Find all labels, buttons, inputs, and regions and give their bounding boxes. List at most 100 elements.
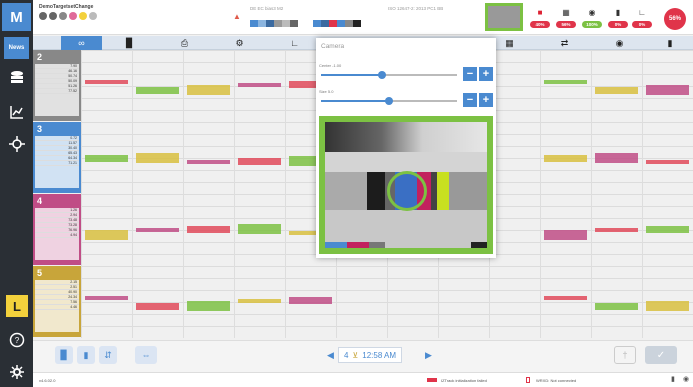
tab-swap-icon[interactable]: ⇄ xyxy=(537,36,592,50)
device-status-icon xyxy=(526,377,530,383)
deviation-bar xyxy=(646,226,689,233)
file-icon[interactable]: ▮ xyxy=(671,375,675,383)
deviation-bar xyxy=(544,230,587,240)
deviation-bar xyxy=(85,80,128,84)
deviation-bar xyxy=(187,160,230,164)
deviation-bar xyxy=(646,160,689,164)
row-label-3[interactable]: 3 0.72 11.57 30.40 65.43 64.34 71.21 xyxy=(33,122,81,193)
crosshair-icon[interactable]: ◉ xyxy=(683,375,689,383)
deviation-bar xyxy=(595,228,638,232)
ink-icon: ■ xyxy=(537,8,543,17)
color-strip-1 xyxy=(250,20,298,27)
chart-icon[interactable] xyxy=(4,102,29,122)
center-slider[interactable] xyxy=(321,71,457,79)
deviation-bar xyxy=(136,153,179,163)
size-plus-button[interactable]: + xyxy=(479,93,493,107)
color-dots xyxy=(39,12,97,20)
layout-button[interactable]: L xyxy=(6,295,28,317)
warning-icon: ▲ xyxy=(233,12,241,21)
curve-icon: ∟ xyxy=(638,8,646,17)
view-compare-icon[interactable]: ⇔ xyxy=(135,346,157,364)
page-selector[interactable]: 4 ⊻ 12:58 AM xyxy=(338,347,402,363)
page-number: 4 xyxy=(343,350,349,360)
color-strip-2 xyxy=(313,20,369,27)
deviation-bar xyxy=(544,155,587,162)
size-slider-handle[interactable] xyxy=(385,97,393,105)
score-badge[interactable]: 56% xyxy=(664,8,686,30)
prev-arrow-icon[interactable]: ◀ xyxy=(327,350,334,361)
device-status-text: WRXD: Not connected xyxy=(536,378,577,383)
next-arrow-icon[interactable]: ▶ xyxy=(425,350,432,361)
badge-2: 56% xyxy=(556,21,576,28)
center-slider-handle[interactable] xyxy=(378,71,387,79)
row-number: 5 xyxy=(37,268,43,278)
size-slider[interactable] xyxy=(321,97,457,105)
news-button[interactable]: News xyxy=(4,37,29,59)
file-label: DE EC bias3 M2 xyxy=(250,6,284,11)
deviation-bar xyxy=(187,85,230,95)
camera-title: Camera xyxy=(321,43,345,50)
grid-icon: ▦ xyxy=(562,8,570,17)
doc-icon: ▮ xyxy=(615,8,621,17)
row-values: 1.26 2.94 73.48 73.28 76.96 4.94 xyxy=(35,208,79,260)
target-icon[interactable] xyxy=(4,134,29,154)
iso-label: ISO 12647-2: 2013 PC1 BB xyxy=(388,6,444,11)
size-minus-button[interactable]: − xyxy=(463,93,477,107)
tab-doc-icon[interactable]: ▮ xyxy=(647,36,693,50)
center-label: Center -1.00 xyxy=(319,63,342,68)
tab-profile-icon[interactable]: ∞ xyxy=(61,36,102,50)
deviation-bar xyxy=(136,303,179,310)
deviation-bar xyxy=(646,85,689,95)
deviation-bar xyxy=(136,228,179,232)
row-values: 2.15 2.51 40.90 24.34 7.56 4.46 xyxy=(35,280,79,332)
tab-curve-icon[interactable]: ∟ xyxy=(267,36,322,50)
row-label-4[interactable]: 4 1.26 2.94 73.48 73.28 76.96 4.94 xyxy=(33,194,81,265)
track-status-text: IZTrack initialization failed xyxy=(441,378,487,383)
settings-icon[interactable] xyxy=(4,362,29,382)
job-name: DemoTargetsetChange xyxy=(39,4,94,10)
help-icon[interactable]: ? xyxy=(4,330,29,350)
temperature-icon[interactable]: † xyxy=(614,346,636,364)
row-number: 3 xyxy=(37,124,43,134)
confirm-button[interactable]: ✓ xyxy=(645,346,677,364)
center-minus-button[interactable]: − xyxy=(463,67,477,81)
row-group-5: 5 2.15 2.51 40.90 24.34 7.56 4.46 xyxy=(33,266,693,338)
badge-3: 100% xyxy=(582,21,602,28)
tab-print-icon[interactable]: ⎙ xyxy=(157,36,212,50)
deviation-bar xyxy=(85,230,128,240)
deviation-bar xyxy=(85,155,128,162)
size-label: Size 5.0 xyxy=(319,89,334,94)
tab-target-icon[interactable]: ◉ xyxy=(592,36,647,50)
camera-thumbnail[interactable] xyxy=(485,3,523,31)
row-label-2[interactable]: 2 7.90 46.16 50.74 50.09 51.26 77.52 xyxy=(33,50,81,121)
row-value: 77.52 xyxy=(35,89,79,94)
camera-image xyxy=(319,116,493,254)
database-icon[interactable] xyxy=(4,68,29,88)
deviation-bar xyxy=(646,301,689,311)
deviation-bar xyxy=(595,87,638,94)
version-label: v4.6.02.0 xyxy=(39,378,56,383)
deviation-bar xyxy=(595,153,638,163)
row-values: 0.72 11.57 30.40 65.43 64.34 71.21 xyxy=(35,136,79,188)
deviation-bar xyxy=(544,80,587,84)
target-status-icon: ◉ xyxy=(588,8,596,17)
view-doc-icon[interactable]: ▮ xyxy=(77,346,95,364)
deviation-bar xyxy=(136,87,179,94)
deviation-bar xyxy=(238,299,281,303)
tab-settings-icon[interactable]: ⚙ xyxy=(212,36,267,50)
row-label-5[interactable]: 5 2.15 2.51 40.90 24.34 7.56 4.46 xyxy=(33,266,81,337)
footer-bar: ▉ ▮ ⇵ ⇔ ◀ 4 ⊻ 12:58 AM ▶ † ✓ xyxy=(33,340,693,372)
deviation-bar xyxy=(238,224,281,234)
row-value: 71.21 xyxy=(35,161,79,166)
center-plus-button[interactable]: + xyxy=(479,67,493,81)
deviation-bar xyxy=(289,297,332,304)
badge-5: 0% xyxy=(632,21,652,28)
deviation-bar xyxy=(238,158,281,165)
view-chart-icon[interactable]: ▉ xyxy=(55,346,73,364)
deviation-bar xyxy=(595,303,638,310)
deviation-bar xyxy=(544,296,587,300)
view-align-icon[interactable]: ⇵ xyxy=(99,346,117,364)
tab-bars-icon[interactable]: ▉ xyxy=(102,36,157,50)
app-logo[interactable]: M xyxy=(2,3,31,31)
time-display: 12:58 AM xyxy=(362,350,397,360)
